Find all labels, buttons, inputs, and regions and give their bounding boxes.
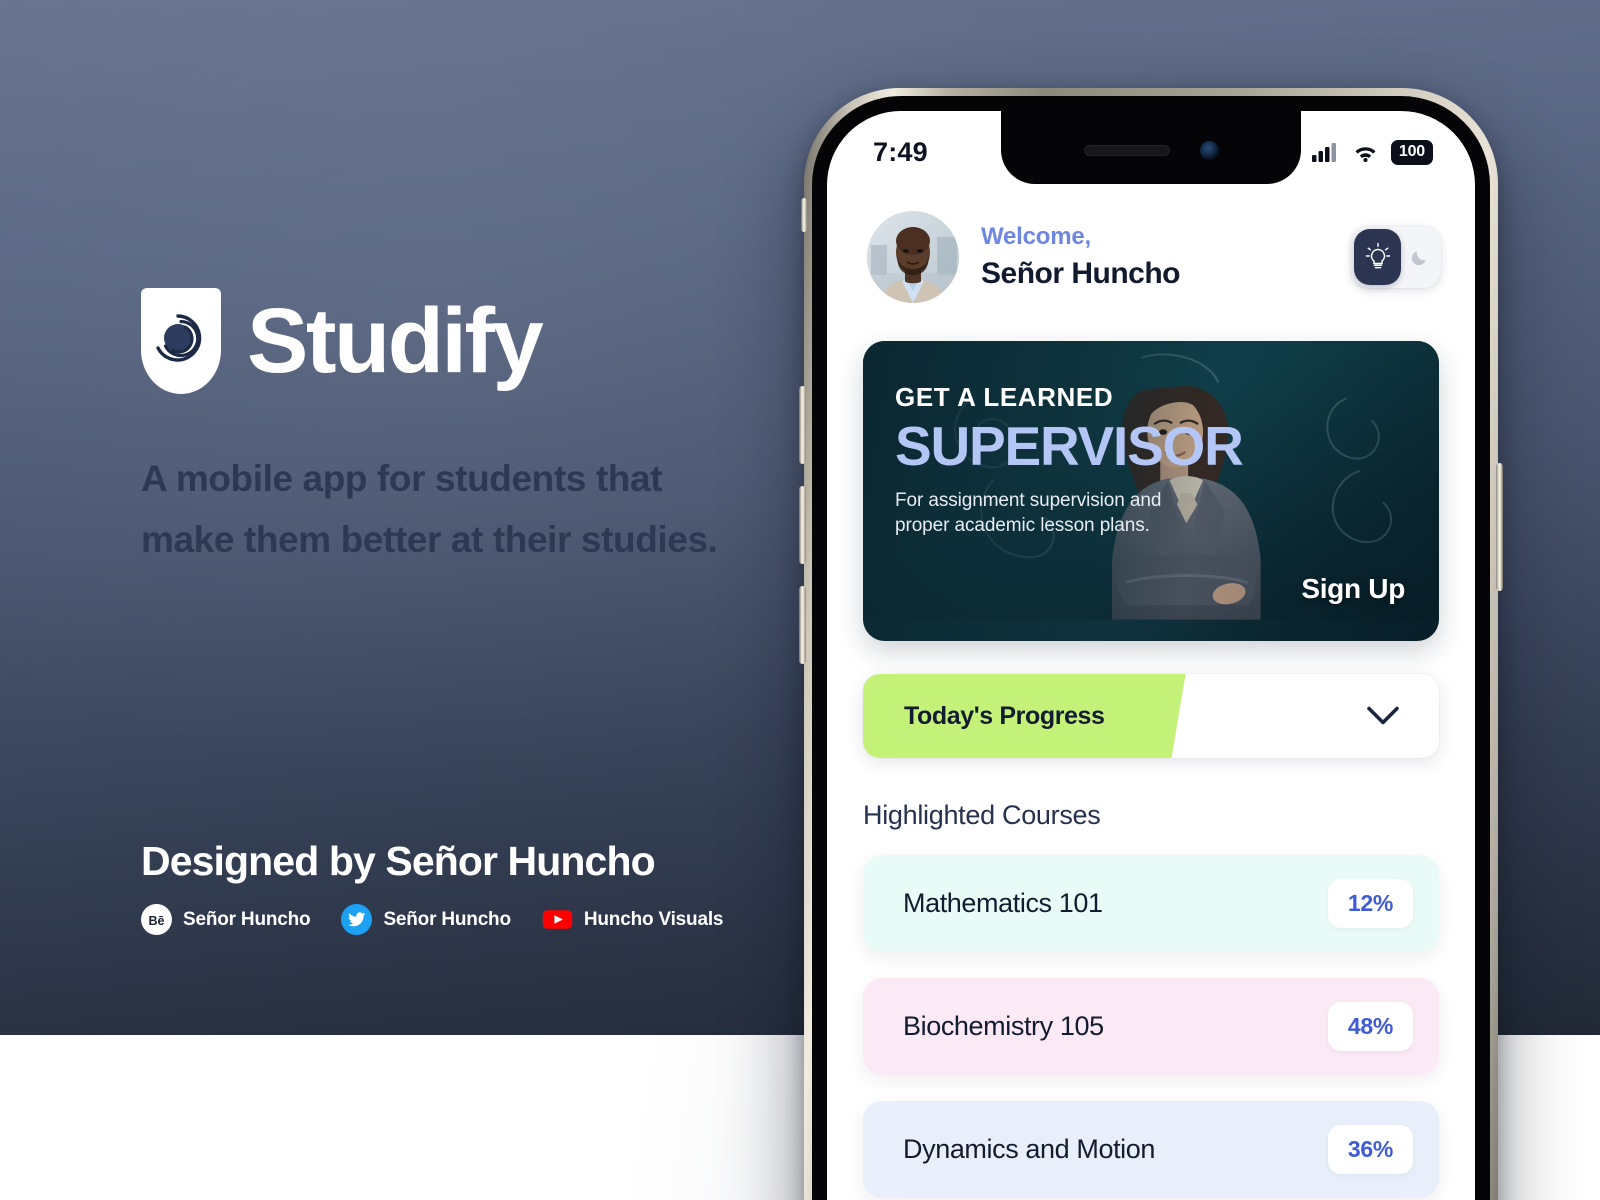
status-indicators: 100 bbox=[1311, 139, 1433, 165]
app-header: Welcome, Señor Huncho bbox=[827, 185, 1475, 333]
course-name: Biochemistry 105 bbox=[903, 1011, 1104, 1041]
progress-expand-toggle[interactable] bbox=[1367, 706, 1399, 726]
todays-progress-card[interactable]: Today's Progress bbox=[863, 674, 1439, 758]
banner-subtitle: For assignment supervision and proper ac… bbox=[895, 489, 1162, 537]
youtube-icon bbox=[542, 910, 573, 929]
battery-indicator: 100 bbox=[1390, 139, 1433, 165]
app-content: Welcome, Señor Huncho GET A LEARNED SUPE… bbox=[827, 185, 1475, 1198]
supervisor-banner-card[interactable]: GET A LEARNED SUPERVISOR For assignment … bbox=[863, 341, 1439, 641]
course-row[interactable]: Biochemistry 105 48% bbox=[863, 978, 1439, 1075]
svg-text:Bē: Bē bbox=[148, 914, 164, 928]
course-progress-badge: 12% bbox=[1327, 879, 1413, 928]
course-name: Dynamics and Motion bbox=[903, 1134, 1156, 1164]
behance-icon: Bē bbox=[141, 904, 172, 935]
social-link-twitter[interactable]: Señor Huncho bbox=[341, 904, 511, 935]
logo-row: Studify bbox=[141, 288, 781, 394]
phone-notch bbox=[1001, 111, 1301, 184]
banner-text-block: GET A LEARNED SUPERVISOR For assignment … bbox=[895, 383, 1295, 539]
brand-name: Studify bbox=[247, 290, 544, 392]
twitter-icon bbox=[341, 904, 373, 935]
app-scroll-body: GET A LEARNED SUPERVISOR For assignment … bbox=[827, 333, 1475, 1198]
phone-mute-switch[interactable] bbox=[801, 198, 807, 232]
phone-volume-up-button[interactable] bbox=[799, 386, 806, 464]
phone-mockup: 7:49 100 Welcome, Señor Huncho GET A LEA… bbox=[799, 88, 1503, 1200]
progress-label: Today's Progress bbox=[904, 701, 1105, 730]
theme-toggle-moon-slot bbox=[1410, 247, 1430, 267]
welcome-label: Welcome, bbox=[981, 223, 1091, 251]
earpiece-speaker-icon bbox=[1083, 144, 1170, 156]
phone-power-button[interactable] bbox=[1496, 463, 1503, 591]
social-link-youtube[interactable]: Huncho Visuals bbox=[542, 904, 723, 935]
phone-screen: 7:49 100 Welcome, Señor Huncho GET A LEA… bbox=[827, 111, 1475, 1200]
social-links-row: Bē Señor Huncho Señor Huncho Huncho Visu… bbox=[141, 904, 841, 935]
shield-spiral-logo-icon bbox=[141, 288, 221, 394]
status-time: 7:49 bbox=[873, 136, 928, 167]
chevron-down-icon bbox=[1367, 706, 1399, 725]
front-camera-icon bbox=[1199, 140, 1219, 160]
signal-bars-icon bbox=[1311, 142, 1336, 162]
wifi-icon bbox=[1355, 147, 1376, 162]
credits-block: Designed by Señor Huncho Bē Señor Huncho… bbox=[141, 838, 841, 935]
course-progress-badge: 48% bbox=[1327, 1002, 1413, 1051]
sign-up-button[interactable]: Sign Up bbox=[1301, 573, 1405, 605]
theme-toggle-knob bbox=[1354, 229, 1401, 285]
phone-volume-extra-button[interactable] bbox=[799, 586, 806, 664]
course-row[interactable]: Dynamics and Motion 36% bbox=[863, 1101, 1439, 1198]
moon-icon bbox=[1411, 251, 1426, 266]
avatar[interactable] bbox=[867, 211, 959, 303]
mockup-stage: Studify A mobile app for students that m… bbox=[0, 0, 1600, 1200]
social-link-behance[interactable]: Bē Señor Huncho bbox=[141, 904, 311, 935]
phone-volume-down-button[interactable] bbox=[799, 486, 806, 564]
course-list: Mathematics 101 12% Biochemistry 105 48%… bbox=[863, 855, 1439, 1198]
course-progress-badge: 36% bbox=[1327, 1125, 1413, 1174]
course-row[interactable]: Mathematics 101 12% bbox=[863, 855, 1439, 952]
banner-kicker: GET A LEARNED bbox=[895, 382, 1114, 412]
theme-toggle[interactable] bbox=[1351, 226, 1441, 288]
designer-credit: Designed by Señor Huncho bbox=[141, 838, 656, 884]
lightbulb-icon bbox=[1365, 242, 1390, 269]
section-title-highlighted-courses: Highlighted Courses bbox=[863, 800, 1101, 830]
social-handle-youtube: Huncho Visuals bbox=[583, 908, 724, 930]
course-name: Mathematics 101 bbox=[903, 888, 1103, 918]
banner-title: SUPERVISOR bbox=[895, 414, 1244, 477]
user-name: Señor Huncho bbox=[981, 256, 1181, 290]
user-avatar-photo bbox=[867, 211, 959, 303]
welcome-block: Welcome, Señor Huncho bbox=[981, 221, 1329, 292]
social-handle-behance: Señor Huncho bbox=[183, 908, 311, 930]
social-handle-twitter: Señor Huncho bbox=[383, 908, 511, 930]
brand-tagline: A mobile app for students that make them… bbox=[141, 458, 718, 561]
brand-panel: Studify A mobile app for students that m… bbox=[141, 288, 781, 570]
